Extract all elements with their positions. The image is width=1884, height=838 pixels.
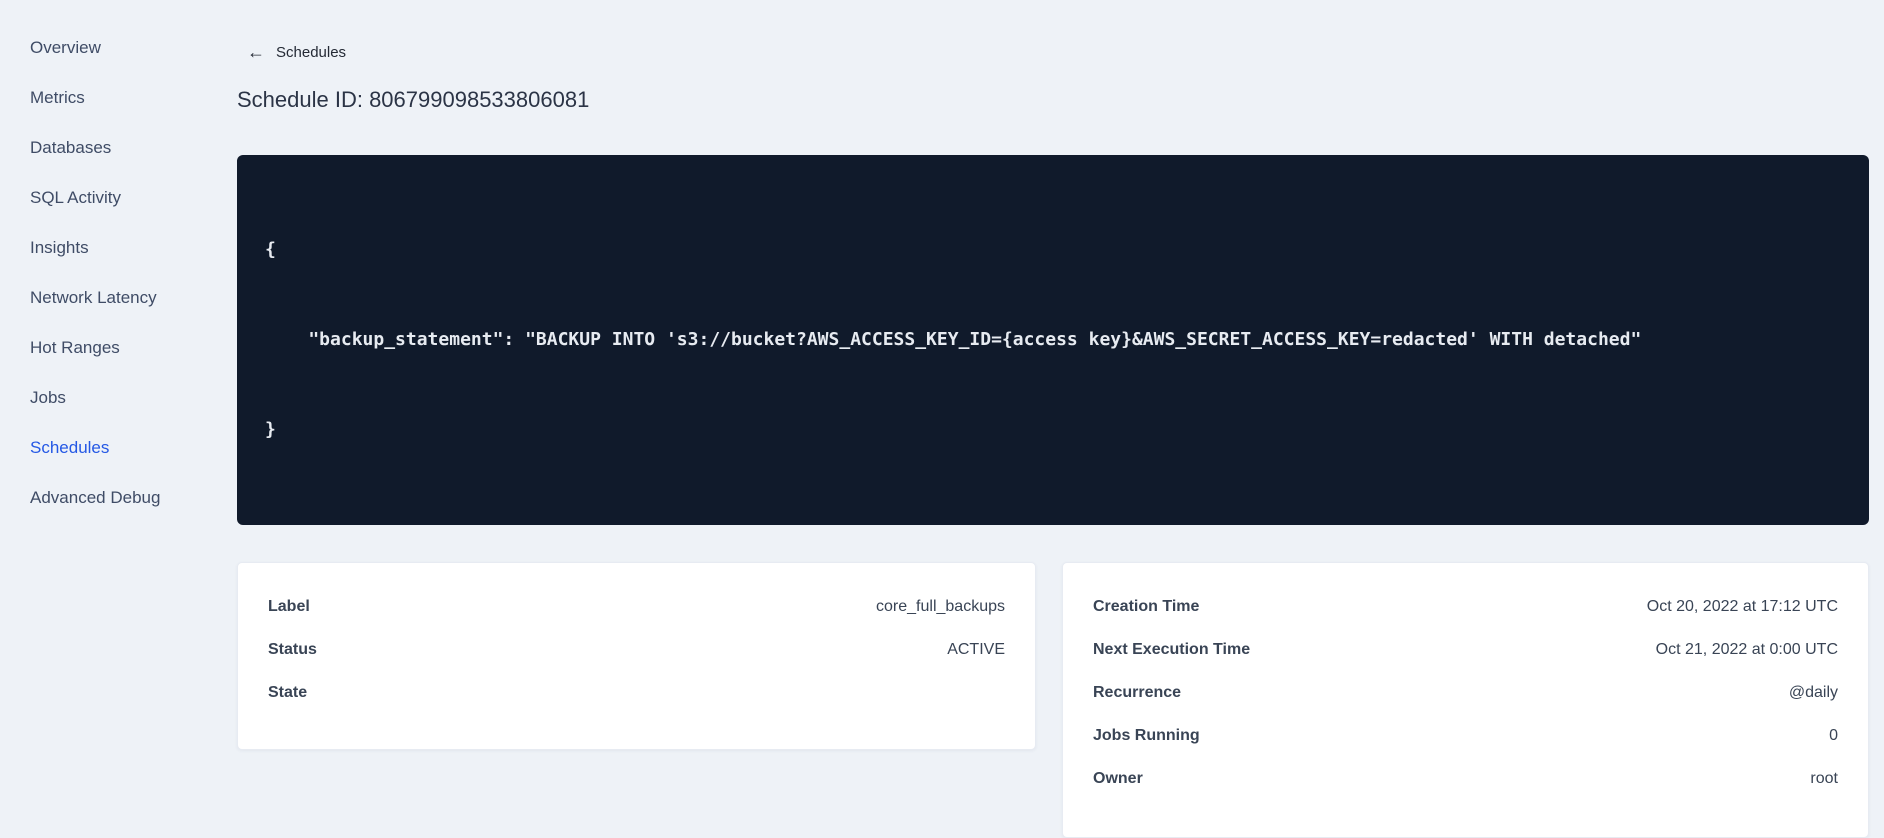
sidebar: Overview Metrics Databases SQL Activity … [0, 0, 237, 613]
table-row: Label core_full_backups [238, 585, 1035, 628]
row-label: Jobs Running [1093, 726, 1200, 744]
table-row: State [238, 671, 1035, 714]
table-row: Jobs Running 0 [1063, 714, 1868, 757]
code-line: "backup_statement": "BACKUP INTO 's3://b… [265, 329, 1642, 350]
sidebar-item-schedules[interactable]: Schedules [0, 423, 237, 473]
sidebar-item-hot-ranges[interactable]: Hot Ranges [0, 323, 237, 373]
backup-statement-code-block: { "backup_statement": "BACKUP INTO 's3:/… [237, 155, 1869, 525]
code-line: { [265, 239, 276, 260]
row-value: ACTIVE [947, 640, 1005, 658]
sidebar-item-network-latency[interactable]: Network Latency [0, 273, 237, 323]
sidebar-item-sql-activity[interactable]: SQL Activity [0, 173, 237, 223]
sidebar-item-overview[interactable]: Overview [0, 23, 237, 73]
row-value: root [1810, 769, 1838, 787]
row-value: Oct 21, 2022 at 0:00 UTC [1655, 640, 1838, 658]
table-row: Recurrence @daily [1063, 671, 1868, 714]
table-row: Status ACTIVE [238, 628, 1035, 671]
table-row: Owner root [1063, 757, 1868, 800]
row-value: @daily [1788, 683, 1838, 701]
schedule-details-card: Label core_full_backups Status ACTIVE St… [237, 562, 1036, 750]
sidebar-item-insights[interactable]: Insights [0, 223, 237, 273]
detail-cards-row: Label core_full_backups Status ACTIVE St… [237, 562, 1869, 838]
code-line: } [265, 419, 276, 440]
table-row: Next Execution Time Oct 21, 2022 at 0:00… [1063, 628, 1868, 671]
row-label: State [268, 683, 308, 701]
row-label: Recurrence [1093, 683, 1182, 701]
row-label: Status [268, 640, 317, 658]
back-link-label: Schedules [276, 43, 347, 61]
page-title: Schedule ID: 806799098533806081 [237, 87, 590, 112]
table-row: Creation Time Oct 20, 2022 at 17:12 UTC [1063, 585, 1868, 628]
row-label: Next Execution Time [1093, 640, 1251, 658]
row-value: 0 [1829, 726, 1838, 744]
sidebar-item-databases[interactable]: Databases [0, 123, 237, 173]
row-label: Owner [1093, 769, 1143, 787]
schedule-meta-card: Creation Time Oct 20, 2022 at 17:12 UTC … [1062, 562, 1869, 838]
back-to-schedules-link[interactable]: ← Schedules [237, 43, 346, 61]
main-content: ← Schedules Schedule ID: 806799098533806… [237, 0, 1884, 838]
sidebar-item-metrics[interactable]: Metrics [0, 73, 237, 123]
sidebar-item-advanced-debug[interactable]: Advanced Debug [0, 473, 237, 523]
back-arrow-icon: ← [247, 42, 265, 62]
sidebar-item-jobs[interactable]: Jobs [0, 373, 237, 423]
